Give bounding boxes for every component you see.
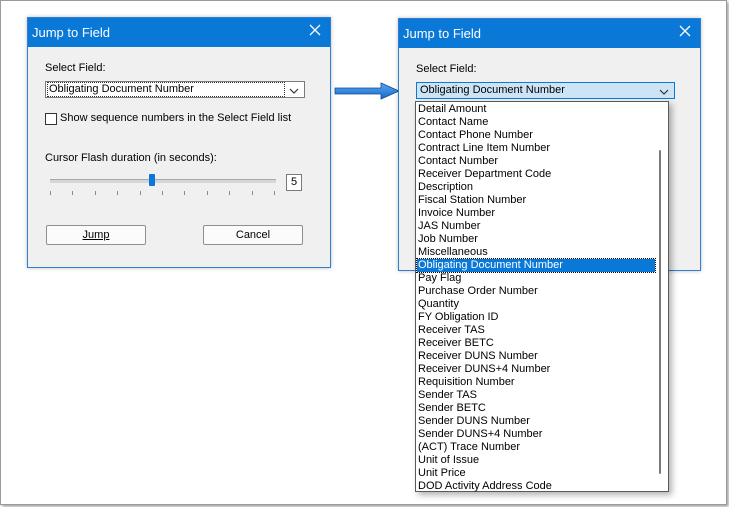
slider-track (50, 179, 276, 183)
right-arrow-icon (333, 80, 403, 102)
dropdown-option[interactable]: Receiver TAS (417, 324, 655, 337)
select-field-combobox[interactable]: Obligating Document Number (45, 81, 305, 98)
dropdown-option[interactable]: Requisition Number (417, 376, 655, 389)
dropdown-option[interactable]: Receiver BETC (417, 337, 655, 350)
dropdown-option[interactable]: Contact Phone Number (417, 129, 655, 142)
field-dropdown-list[interactable]: Detail Amount Contact Name Contact Phone N… (415, 101, 669, 492)
dropdown-option[interactable]: Receiver Department Code (417, 168, 655, 181)
dropdown-option[interactable]: Unit of Issue (417, 454, 655, 467)
dropdown-option[interactable]: Quantity (417, 298, 655, 311)
slider-tick (229, 191, 230, 195)
select-field-label: Select Field: (45, 62, 106, 74)
chevron-down-icon[interactable] (289, 86, 299, 94)
dropdown-option[interactable]: Obligating Document Number (416, 258, 656, 273)
jump-to-field-dialog-left: Jump to Field Select Field: Obligating D… (27, 17, 331, 268)
dropdown-option[interactable]: Purchase Order Number (417, 285, 655, 298)
select-field-combobox[interactable]: Obligating Document Number (416, 82, 675, 99)
scrollbar-thumb[interactable] (659, 150, 661, 474)
dialog-title: Jump to Field (403, 26, 482, 41)
slider-tick (95, 191, 96, 195)
cursor-flash-slider[interactable] (50, 168, 276, 198)
dropdown-option[interactable]: Description (417, 181, 655, 194)
dropdown-option[interactable]: (ACT) Trace Number (417, 441, 655, 454)
dropdown-option[interactable]: Sender TAS (417, 389, 655, 402)
dropdown-option[interactable]: Contact Number (417, 155, 655, 168)
dropdown-option[interactable]: Fiscal Station Number (417, 194, 655, 207)
dropdown-option[interactable]: Miscellaneous (417, 246, 655, 259)
slider-tick (207, 191, 208, 195)
slider-tick (162, 191, 163, 195)
cancel-button[interactable]: Cancel (203, 225, 303, 245)
slider-tick (140, 191, 141, 195)
close-icon[interactable] (308, 23, 322, 37)
title-bar: Jump to Field (399, 19, 700, 48)
cursor-flash-label: Cursor Flash duration (in seconds): (45, 152, 217, 164)
slider-tick (184, 191, 185, 195)
dropdown-option[interactable]: Pay Flag (417, 272, 655, 285)
jump-button[interactable]: Jump (46, 225, 146, 245)
slider-tick (252, 191, 253, 195)
title-bar: Jump to Field (28, 18, 330, 47)
dropdown-option[interactable]: Unit Price (417, 467, 655, 480)
slider-tick (72, 191, 73, 195)
dropdown-option[interactable]: Receiver DUNS Number (417, 350, 655, 363)
dropdown-option[interactable]: JAS Number (417, 220, 655, 233)
selected-field-value: Obligating Document Number (47, 82, 285, 97)
slider-tick (50, 191, 51, 195)
dropdown-option[interactable]: Receiver DUNS+4 Number (417, 363, 655, 376)
dropdown-option[interactable]: Detail Amount (417, 103, 655, 116)
show-sequence-label: Show sequence numbers in the Select Fiel… (60, 112, 292, 124)
dropdown-option[interactable]: DOD Activity Address Code (417, 480, 655, 493)
selected-field-value: Obligating Document Number (420, 84, 565, 96)
jump-button-label: Jump (82, 229, 110, 241)
chevron-down-icon[interactable] (659, 87, 669, 95)
dropdown-option[interactable]: Sender DUNS+4 Number (417, 428, 655, 441)
close-icon[interactable] (678, 24, 692, 38)
dropdown-scrollbar[interactable] (654, 103, 667, 490)
dropdown-option[interactable]: Job Number (417, 233, 655, 246)
show-sequence-checkbox[interactable] (45, 113, 57, 125)
slider-tick (274, 191, 275, 195)
dialog-title: Jump to Field (32, 25, 111, 40)
dropdown-option[interactable]: Invoice Number (417, 207, 655, 220)
flash-duration-value: 5 (286, 174, 302, 191)
cancel-button-label: Cancel (235, 229, 271, 241)
dropdown-option[interactable]: Sender DUNS Number (417, 415, 655, 428)
slider-thumb[interactable] (149, 174, 155, 186)
dropdown-option[interactable]: Contract Line Item Number (417, 142, 655, 155)
select-field-label: Select Field: (416, 63, 477, 75)
dropdown-option[interactable]: FY Obligation ID (417, 311, 655, 324)
dropdown-option[interactable]: Contact Name (417, 116, 655, 129)
dropdown-option[interactable]: Sender BETC (417, 402, 655, 415)
slider-tick (117, 191, 118, 195)
